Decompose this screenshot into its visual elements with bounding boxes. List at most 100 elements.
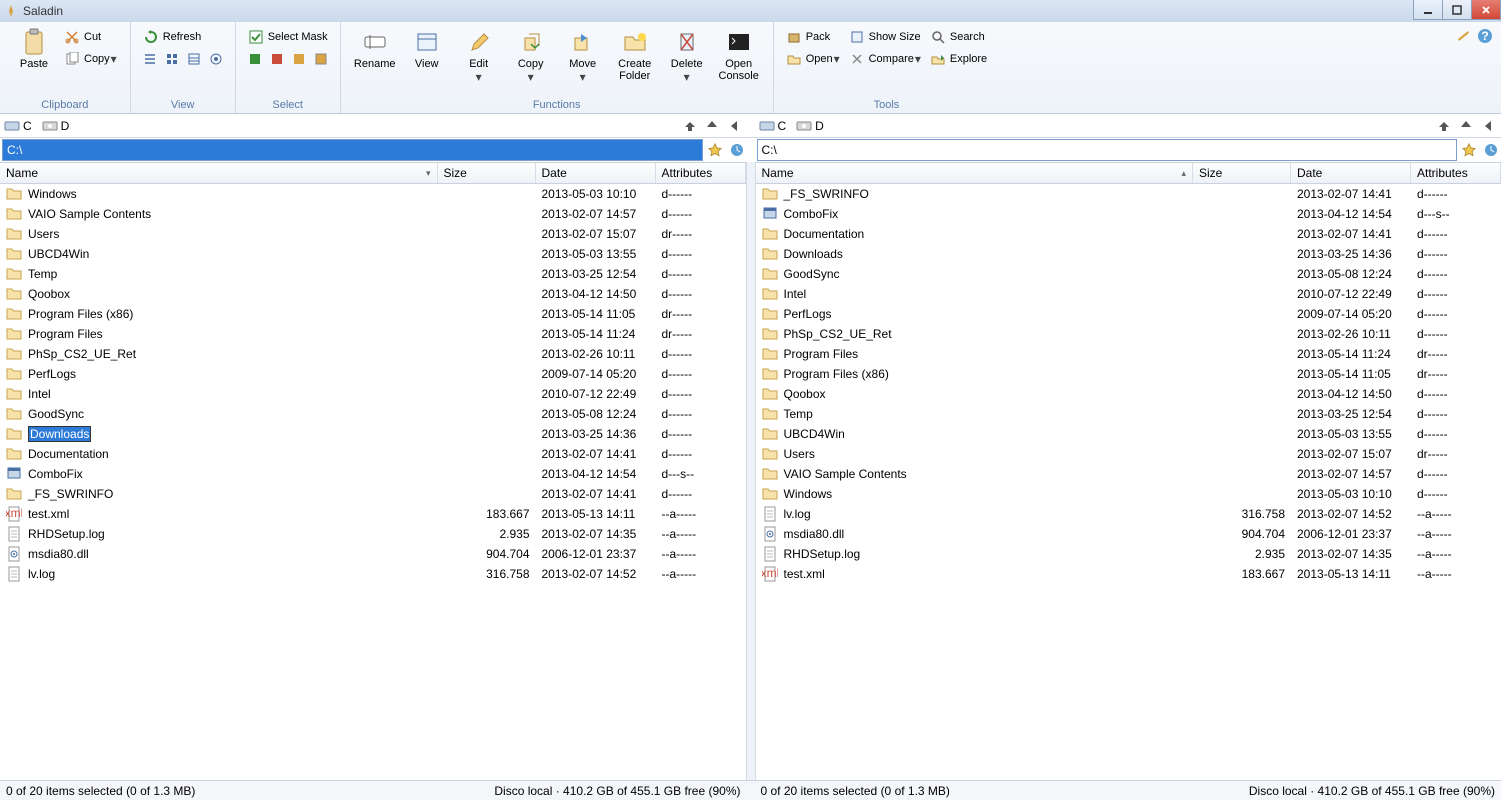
cut-button[interactable]: Cut	[60, 26, 122, 48]
col-header-size-left[interactable]: Size	[438, 163, 536, 183]
file-row[interactable]: Users2013-02-07 15:07dr-----	[0, 224, 746, 244]
file-row[interactable]: Temp2013-03-25 12:54d------	[756, 404, 1501, 424]
file-row[interactable]: msdia80.dll904.7042006-12-01 23:37--a---…	[756, 524, 1501, 544]
file-row[interactable]: lv.log316.7582013-02-07 14:52--a-----	[756, 504, 1501, 524]
invert-selection-icon[interactable]	[289, 49, 309, 69]
file-list-left[interactable]: Windows2013-05-03 10:10d------VAIO Sampl…	[0, 184, 746, 780]
file-row[interactable]: Windows2013-05-03 10:10d------	[0, 184, 746, 204]
col-header-attr-left[interactable]: Attributes	[656, 163, 746, 183]
chevron-down-icon[interactable]: ▾	[475, 70, 483, 84]
file-row[interactable]: ComboFix2013-04-12 14:54d---s--	[756, 204, 1501, 224]
help-icon[interactable]: ?	[1477, 28, 1493, 44]
file-row[interactable]: Downloads2013-03-25 14:36d------	[756, 244, 1501, 264]
drive-d-left[interactable]: D	[42, 118, 70, 134]
file-row[interactable]: PhSp_CS2_UE_Ret2013-02-26 10:11d------	[756, 324, 1501, 344]
file-row[interactable]: xmltest.xml183.6672013-05-13 14:11--a---…	[756, 564, 1501, 584]
file-row[interactable]: UBCD4Win2013-05-03 13:55d------	[0, 244, 746, 264]
file-row[interactable]: RHDSetup.log2.9352013-02-07 14:35--a----…	[0, 524, 746, 544]
file-row[interactable]: Qoobox2013-04-12 14:50d------	[756, 384, 1501, 404]
col-header-date-right[interactable]: Date	[1291, 163, 1411, 183]
file-row[interactable]: GoodSync2013-05-08 12:24d------	[756, 264, 1501, 284]
chevron-down-icon[interactable]: ▾	[833, 52, 841, 66]
file-row[interactable]: VAIO Sample Contents2013-02-07 14:57d---…	[756, 464, 1501, 484]
view-details-icon[interactable]	[184, 49, 204, 69]
file-row[interactable]: Users2013-02-07 15:07dr-----	[756, 444, 1501, 464]
bookmark-left[interactable]	[705, 140, 725, 160]
file-row[interactable]: Intel2010-07-12 22:49d------	[0, 384, 746, 404]
col-header-name-left[interactable]: Name▾	[0, 163, 438, 183]
edit-button[interactable]: Edit▾	[453, 26, 505, 86]
file-row[interactable]: Documentation2013-02-07 14:41d------	[0, 444, 746, 464]
col-header-name-right[interactable]: Name▴	[756, 163, 1194, 183]
path-input-left[interactable]	[2, 139, 703, 161]
nav-up-right[interactable]	[1457, 117, 1475, 135]
chevron-down-icon[interactable]: ▾	[579, 70, 587, 84]
minimize-button[interactable]	[1413, 0, 1443, 20]
drive-d-right[interactable]: D	[796, 118, 824, 134]
file-row[interactable]: Program Files2013-05-14 11:24dr-----	[756, 344, 1501, 364]
open-folder-button[interactable]: Open▾	[782, 48, 845, 70]
maximize-button[interactable]	[1442, 0, 1472, 20]
nav-back-right[interactable]	[1479, 117, 1497, 135]
col-header-attr-right[interactable]: Attributes	[1411, 163, 1501, 183]
file-row[interactable]: Program Files (x86)2013-05-14 11:05dr---…	[0, 304, 746, 324]
rename-button[interactable]: Rename	[349, 26, 401, 72]
select-mask-button[interactable]: Select Mask	[244, 26, 332, 48]
view-file-button[interactable]: View	[401, 26, 453, 72]
file-row[interactable]: Windows2013-05-03 10:10d------	[756, 484, 1501, 504]
drive-c-right[interactable]: C	[759, 118, 787, 134]
file-row[interactable]: PhSp_CS2_UE_Ret2013-02-26 10:11d------	[0, 344, 746, 364]
unselect-all-icon[interactable]	[267, 49, 287, 69]
compare-button[interactable]: Compare▾	[845, 48, 926, 70]
nav-parent-left[interactable]	[681, 117, 699, 135]
file-row[interactable]: Intel2010-07-12 22:49d------	[756, 284, 1501, 304]
copy-file-button[interactable]: Copy▾	[505, 26, 557, 86]
select-all-icon[interactable]	[245, 49, 265, 69]
view-grid-icon[interactable]	[162, 49, 182, 69]
file-row[interactable]: Program Files (x86)2013-05-14 11:05dr---…	[756, 364, 1501, 384]
col-header-size-right[interactable]: Size	[1193, 163, 1291, 183]
nav-back-left[interactable]	[725, 117, 743, 135]
nav-up-left[interactable]	[703, 117, 721, 135]
file-row[interactable]: Program Files2013-05-14 11:24dr-----	[0, 324, 746, 344]
nav-parent-right[interactable]	[1435, 117, 1453, 135]
chevron-down-icon[interactable]: ▾	[527, 70, 535, 84]
history-left[interactable]	[727, 140, 747, 160]
settings-icon[interactable]	[1455, 28, 1471, 44]
file-row[interactable]: _FS_SWRINFO2013-02-07 14:41d------	[756, 184, 1501, 204]
create-folder-button[interactable]: Create Folder	[609, 26, 661, 84]
move-button[interactable]: Move▾	[557, 26, 609, 86]
file-row[interactable]: Qoobox2013-04-12 14:50d------	[0, 284, 746, 304]
file-list-right[interactable]: _FS_SWRINFO2013-02-07 14:41d------ComboF…	[756, 184, 1501, 780]
file-row[interactable]: _FS_SWRINFO2013-02-07 14:41d------	[0, 484, 746, 504]
close-button[interactable]	[1471, 0, 1501, 20]
file-row[interactable]: VAIO Sample Contents2013-02-07 14:57d---…	[0, 204, 746, 224]
file-row[interactable]: UBCD4Win2013-05-03 13:55d------	[756, 424, 1501, 444]
file-row[interactable]: RHDSetup.log2.9352013-02-07 14:35--a----…	[756, 544, 1501, 564]
file-row[interactable]: msdia80.dll904.7042006-12-01 23:37--a---…	[0, 544, 746, 564]
chevron-down-icon[interactable]: ▾	[110, 52, 118, 66]
view-list-icon[interactable]	[140, 49, 160, 69]
file-row[interactable]: GoodSync2013-05-08 12:24d------	[0, 404, 746, 424]
chevron-down-icon[interactable]: ▾	[914, 52, 922, 66]
file-row[interactable]: ComboFix2013-04-12 14:54d---s--	[0, 464, 746, 484]
file-row[interactable]: lv.log316.7582013-02-07 14:52--a-----	[0, 564, 746, 584]
col-header-date-left[interactable]: Date	[536, 163, 656, 183]
file-row[interactable]: Documentation2013-02-07 14:41d------	[756, 224, 1501, 244]
open-console-button[interactable]: Open Console	[713, 26, 765, 84]
pack-button[interactable]: Pack	[782, 26, 845, 48]
view-hidden-icon[interactable]	[206, 49, 226, 69]
copy-button[interactable]: Copy▾	[60, 48, 122, 70]
history-right[interactable]	[1481, 140, 1501, 160]
show-size-button[interactable]: Show Size	[845, 26, 926, 48]
delete-button[interactable]: Delete▾	[661, 26, 713, 86]
select-same-icon[interactable]	[311, 49, 331, 69]
paste-button[interactable]: Paste	[8, 26, 60, 72]
refresh-button[interactable]: Refresh	[139, 26, 227, 48]
file-row[interactable]: Downloads2013-03-25 14:36d------	[0, 424, 746, 444]
path-input-right[interactable]	[757, 139, 1458, 161]
drive-c-left[interactable]: C	[4, 118, 32, 134]
chevron-down-icon[interactable]: ▾	[683, 70, 691, 84]
search-button[interactable]: Search	[926, 26, 991, 48]
file-row[interactable]: PerfLogs2009-07-14 05:20d------	[0, 364, 746, 384]
